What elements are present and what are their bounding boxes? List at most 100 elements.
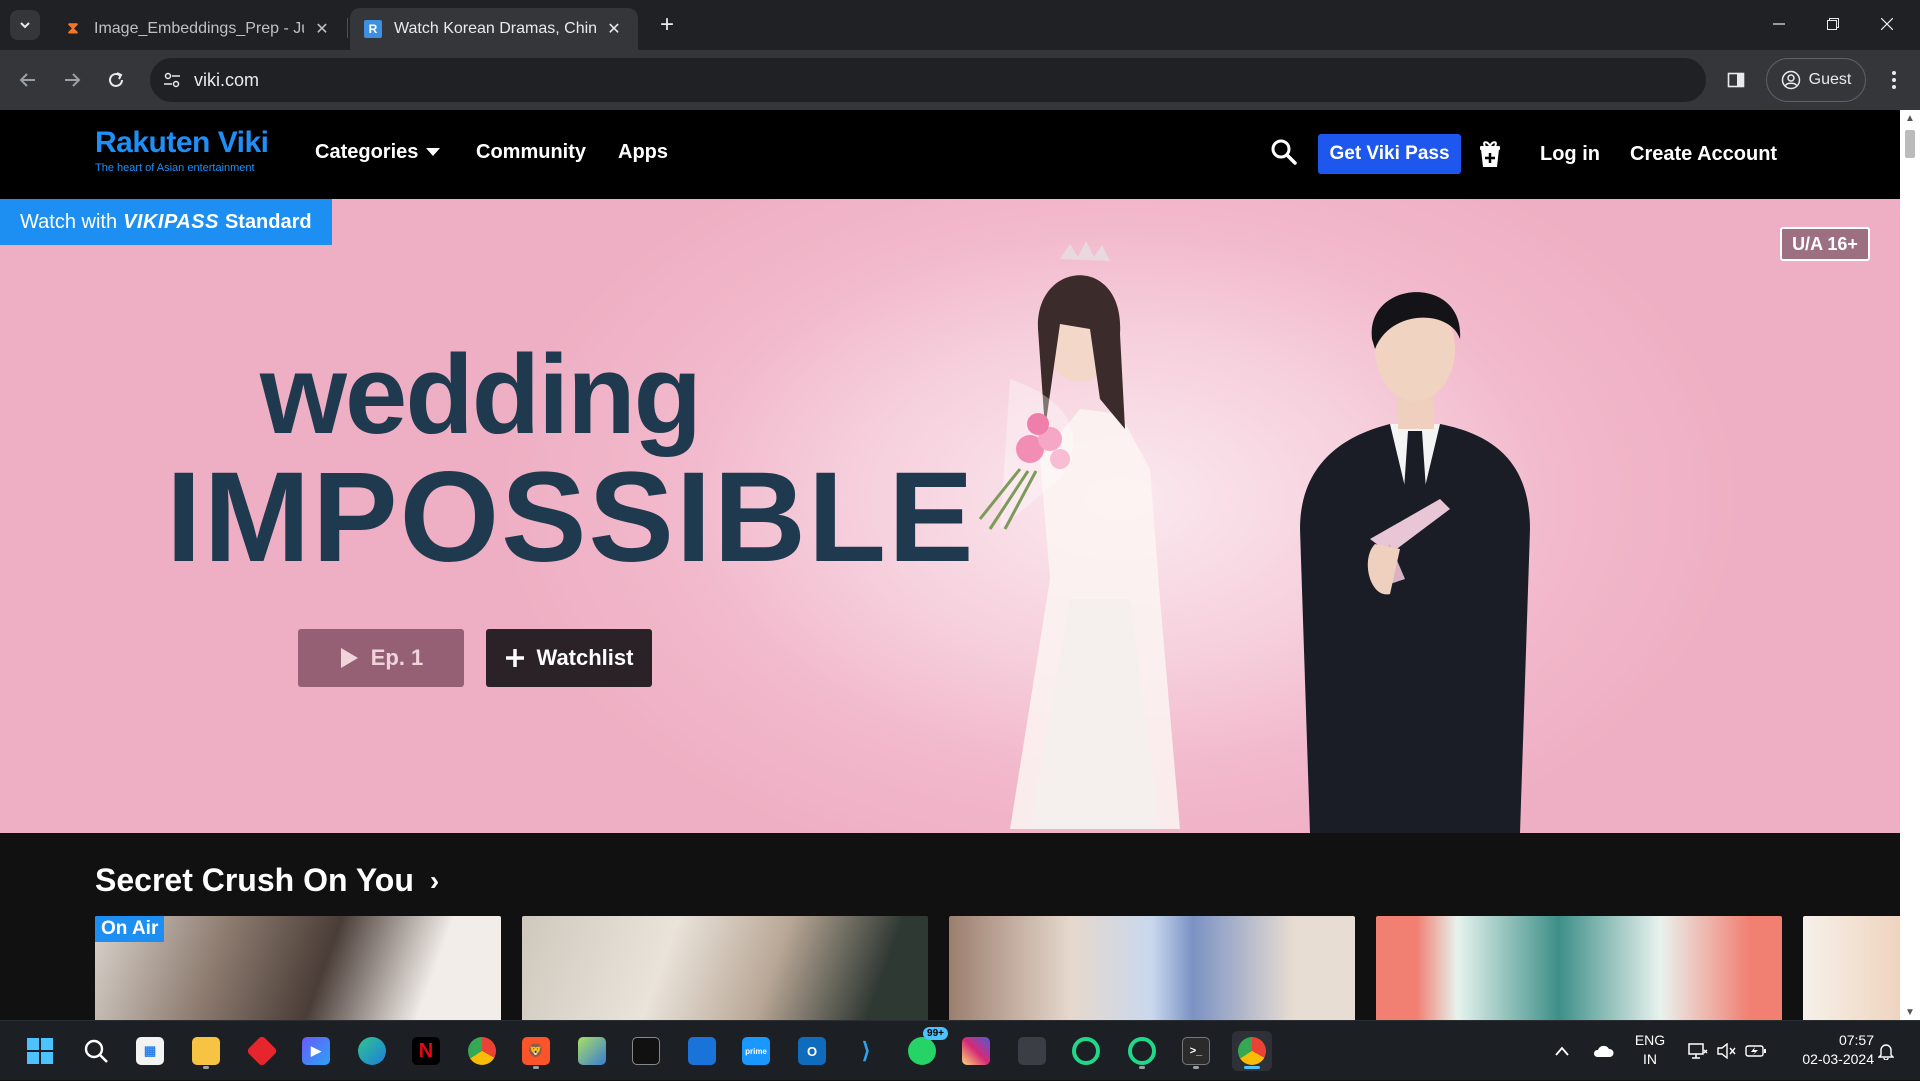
chrome-app-pinned[interactable] bbox=[462, 1031, 502, 1071]
calendar-app[interactable] bbox=[682, 1031, 722, 1071]
close-window-button[interactable] bbox=[1860, 0, 1914, 48]
pycharm-app-2[interactable] bbox=[1122, 1031, 1162, 1071]
close-icon[interactable]: ✕ bbox=[604, 19, 624, 39]
scroll-down-icon[interactable]: ▼ bbox=[1900, 1004, 1920, 1020]
vscode-app[interactable]: ⟩ bbox=[846, 1031, 886, 1071]
nav-apps[interactable]: Apps bbox=[618, 132, 668, 172]
prime-video-app[interactable]: prime bbox=[736, 1031, 776, 1071]
nav-community[interactable]: Community bbox=[476, 132, 586, 172]
gift-button[interactable] bbox=[1470, 134, 1510, 174]
start-button[interactable] bbox=[20, 1031, 60, 1071]
badge-suffix: Standard bbox=[224, 210, 312, 233]
tab-search-button[interactable] bbox=[10, 10, 40, 40]
back-button[interactable] bbox=[12, 64, 44, 96]
chrome-app-active[interactable] bbox=[1232, 1031, 1272, 1071]
show-hidden-icons-button[interactable] bbox=[1550, 1021, 1574, 1081]
login-label: Log in bbox=[1540, 142, 1600, 165]
nav-community-label: Community bbox=[476, 140, 586, 163]
title-card[interactable] bbox=[1376, 916, 1782, 1020]
restore-button[interactable] bbox=[1806, 0, 1860, 48]
forward-button[interactable] bbox=[56, 64, 88, 96]
anydesk-icon bbox=[246, 1035, 278, 1067]
add-watchlist-button[interactable]: Watchlist bbox=[486, 629, 652, 687]
lang-code: ENG bbox=[1634, 1032, 1666, 1048]
anydesk-app[interactable] bbox=[242, 1031, 282, 1071]
chevron-right-icon: › bbox=[429, 864, 440, 896]
taskbar-search-button[interactable] bbox=[76, 1031, 116, 1071]
running-indicator bbox=[533, 1066, 539, 1069]
nav-categories-label: Categories bbox=[315, 140, 419, 163]
side-panel-icon bbox=[1727, 72, 1745, 88]
calendar-icon bbox=[688, 1037, 716, 1065]
site-logo[interactable]: Rakuten Viki The heart of Asian entertai… bbox=[95, 126, 269, 174]
login-link[interactable]: Log in bbox=[1540, 134, 1600, 174]
site-info-icon[interactable] bbox=[150, 58, 194, 102]
snipping-app[interactable] bbox=[1012, 1031, 1052, 1071]
instagram-app[interactable] bbox=[956, 1031, 996, 1071]
title-card[interactable] bbox=[1803, 916, 1900, 1020]
get-viki-pass-button[interactable]: Get Viki Pass bbox=[1318, 134, 1461, 174]
brave-app[interactable]: 🦁 bbox=[516, 1031, 556, 1071]
store-app[interactable]: ▦ bbox=[130, 1031, 170, 1071]
edge-app[interactable] bbox=[352, 1031, 392, 1071]
title-card[interactable] bbox=[949, 916, 1355, 1020]
battery-button[interactable] bbox=[1742, 1021, 1770, 1081]
hero-poster-art bbox=[978, 241, 1530, 833]
create-account-label: Create Account bbox=[1630, 142, 1778, 165]
address-bar[interactable]: viki.com bbox=[150, 58, 1706, 102]
store-icon: ▦ bbox=[136, 1037, 164, 1065]
outlook-icon: O bbox=[798, 1037, 826, 1065]
pycharm-app-1[interactable] bbox=[1066, 1031, 1106, 1071]
tab-viki[interactable]: R Watch Korean Dramas, Chinese ✕ bbox=[350, 8, 638, 50]
console-icon: >_ bbox=[1182, 1037, 1210, 1065]
new-tab-button[interactable]: + bbox=[652, 10, 682, 40]
vikipass-badge: Watch with VIKIPASS Standard bbox=[0, 199, 332, 245]
tab-title: Image_Embeddings_Prep - Jupy bbox=[94, 20, 304, 37]
volume-button[interactable] bbox=[1714, 1021, 1738, 1081]
side-panel-button[interactable] bbox=[1722, 66, 1750, 94]
site-header: Rakuten Viki The heart of Asian entertai… bbox=[0, 110, 1900, 199]
hero-banner[interactable]: Watch with VIKIPASS Standard U/A 16+ wed… bbox=[0, 199, 1900, 833]
command-prompt-app[interactable]: >_ bbox=[1176, 1031, 1216, 1071]
close-icon[interactable]: ✕ bbox=[312, 19, 332, 39]
network-button[interactable] bbox=[1684, 1021, 1712, 1081]
terminal-app[interactable] bbox=[626, 1031, 666, 1071]
search-button[interactable] bbox=[1266, 134, 1302, 170]
browser-menu-button[interactable] bbox=[1882, 64, 1906, 96]
whatsapp-app[interactable]: 99+ bbox=[902, 1027, 948, 1071]
copilot-icon: ▶ bbox=[302, 1037, 330, 1065]
clock-date: 02-03-2024 bbox=[1802, 1051, 1874, 1067]
page-scrollbar[interactable]: ▲ ▼ bbox=[1900, 110, 1920, 1020]
nav-categories[interactable]: Categories bbox=[315, 132, 441, 172]
onedrive-button[interactable] bbox=[1588, 1021, 1618, 1081]
windows-taskbar: ▦ ▶ N 🦁 prime O ⟩ 99+ >_ ENG IN 07:57 02… bbox=[0, 1020, 1920, 1080]
minimize-button[interactable] bbox=[1752, 0, 1806, 48]
title-card[interactable] bbox=[522, 916, 928, 1020]
notifications-button[interactable] bbox=[1872, 1021, 1900, 1081]
copilot-app[interactable]: ▶ bbox=[296, 1031, 336, 1071]
scroll-up-icon[interactable]: ▲ bbox=[1900, 110, 1920, 126]
outlook-app[interactable]: O bbox=[792, 1031, 832, 1071]
ring-icon bbox=[1072, 1037, 1100, 1065]
chevron-down-icon bbox=[20, 22, 30, 29]
lang-region: IN bbox=[1643, 1051, 1657, 1067]
netflix-app[interactable]: N bbox=[406, 1031, 446, 1071]
scrollbar-thumb[interactable] bbox=[1905, 130, 1915, 158]
input-language-button[interactable]: ENG IN bbox=[1630, 1031, 1670, 1069]
play-episode-button[interactable]: Ep. 1 bbox=[298, 629, 464, 687]
row-title-link[interactable]: Secret Crush On You › bbox=[95, 862, 439, 899]
file-explorer-app[interactable] bbox=[186, 1031, 226, 1071]
title-card[interactable]: On Air bbox=[95, 916, 501, 1020]
cloud-icon bbox=[1593, 1045, 1614, 1057]
profile-button[interactable]: Guest bbox=[1766, 58, 1866, 102]
create-account-link[interactable]: Create Account bbox=[1630, 134, 1777, 174]
badge-brand: VIKIPASS bbox=[123, 210, 219, 233]
logo-tagline: The heart of Asian entertainment bbox=[95, 162, 255, 174]
whatsapp-icon bbox=[908, 1037, 936, 1065]
play-icon bbox=[340, 648, 358, 668]
clock-button[interactable]: 07:57 02-03-2024 bbox=[1780, 1031, 1874, 1069]
reload-button[interactable] bbox=[100, 64, 132, 96]
tab-jupyter[interactable]: ⧗ Image_Embeddings_Prep - Jupy ✕ bbox=[50, 8, 346, 50]
show-title-line2: IMPOSSIBLE bbox=[166, 446, 976, 589]
photos-app[interactable] bbox=[572, 1031, 612, 1071]
